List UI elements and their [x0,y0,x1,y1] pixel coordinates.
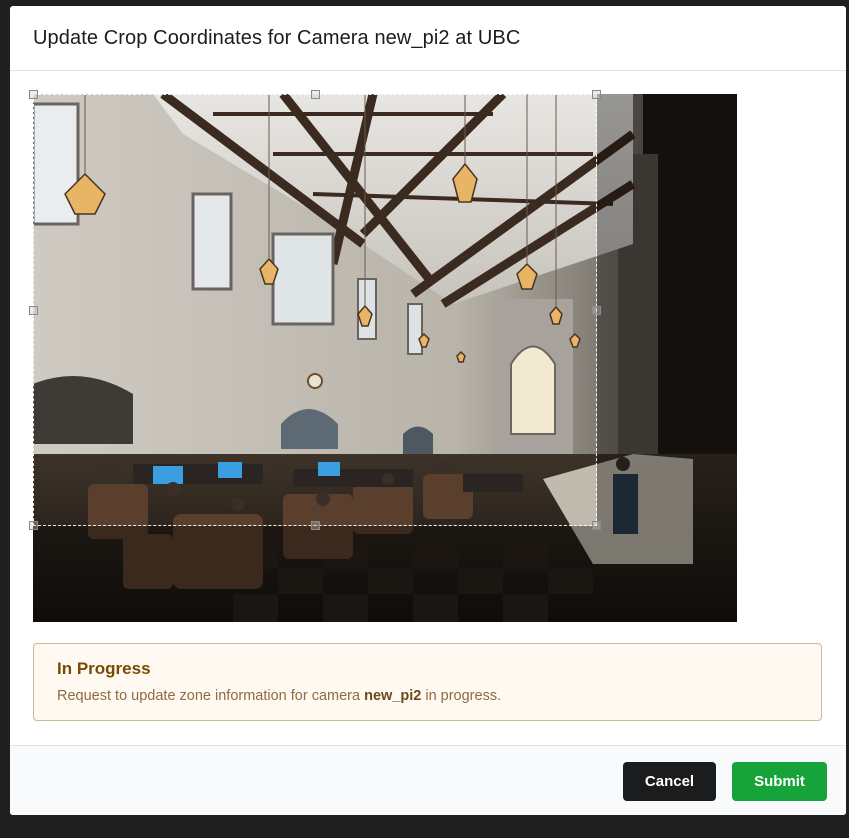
message-camera-name: new_pi2 [364,688,422,704]
crop-handle-bottom-right[interactable] [592,521,601,530]
cancel-button[interactable]: Cancel [623,762,716,801]
crop-handle-bottom[interactable] [311,521,320,530]
in-progress-message: In Progress Request to update zone infor… [33,643,822,721]
crop-selection-box[interactable] [29,90,601,530]
message-text-before: Request to update zone information for c… [57,688,365,704]
message-header: In Progress [57,659,151,678]
modal-title: Update Crop Coordinates for Camera new_p… [33,27,521,49]
crop-handle-left[interactable] [29,306,38,315]
submit-button[interactable]: Submit [732,762,827,801]
update-crop-modal: Update Crop Coordinates for Camera new_p… [10,6,846,815]
crop-handle-bottom-left[interactable] [29,521,38,530]
crop-handle-top-right[interactable] [592,90,601,99]
crop-handle-right[interactable] [592,306,601,315]
message-text-after: in progress. [421,688,502,704]
crop-handle-top[interactable] [311,90,320,99]
message-text: Request to update zone information for c… [57,688,501,704]
modal-footer: Cancel Submit [10,745,846,815]
crop-handle-top-left[interactable] [29,90,38,99]
modal-header: Update Crop Coordinates for Camera new_p… [10,6,846,71]
